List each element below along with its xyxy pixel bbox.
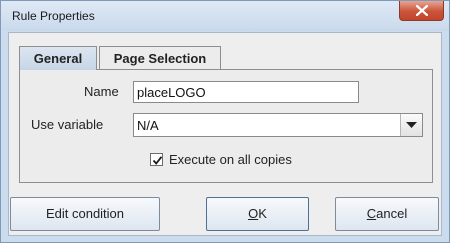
cancel-button[interactable]: Cancel (335, 197, 439, 231)
name-field[interactable]: placeLOGO (133, 81, 359, 103)
ok-mnemonic: O (248, 206, 259, 221)
ok-label-rest: K (258, 206, 267, 221)
name-label: Name (84, 84, 119, 99)
use-variable-select[interactable]: N/A (133, 113, 423, 137)
tab-page-selection[interactable]: Page Selection (99, 46, 221, 70)
use-variable-value: N/A (137, 118, 159, 133)
title-bar[interactable]: Rule Properties (1, 1, 449, 31)
use-variable-label: Use variable (31, 117, 104, 132)
close-button[interactable] (399, 1, 444, 21)
window-title: Rule Properties (12, 9, 95, 23)
cancel-mnemonic: C (366, 206, 377, 221)
rule-properties-dialog: Rule Properties General Page Selection N… (0, 0, 450, 243)
checkmark-icon (152, 156, 163, 165)
chevron-down-icon (406, 122, 417, 128)
execute-all-copies-checkbox[interactable] (150, 153, 163, 166)
ok-button[interactable]: OK (206, 197, 309, 231)
tab-general[interactable]: General (19, 46, 97, 70)
close-icon (416, 5, 428, 16)
edit-condition-button[interactable]: Edit condition (10, 197, 160, 231)
execute-all-copies-label[interactable]: Execute on all copies (169, 152, 292, 167)
cancel-label-rest: ancel (376, 206, 408, 221)
dialog-body: General Page Selection Name placeLOGO Us… (8, 32, 442, 236)
dropdown-arrow-button[interactable] (400, 114, 422, 136)
general-panel: Name placeLOGO Use variable N/A Execute … (19, 69, 433, 183)
